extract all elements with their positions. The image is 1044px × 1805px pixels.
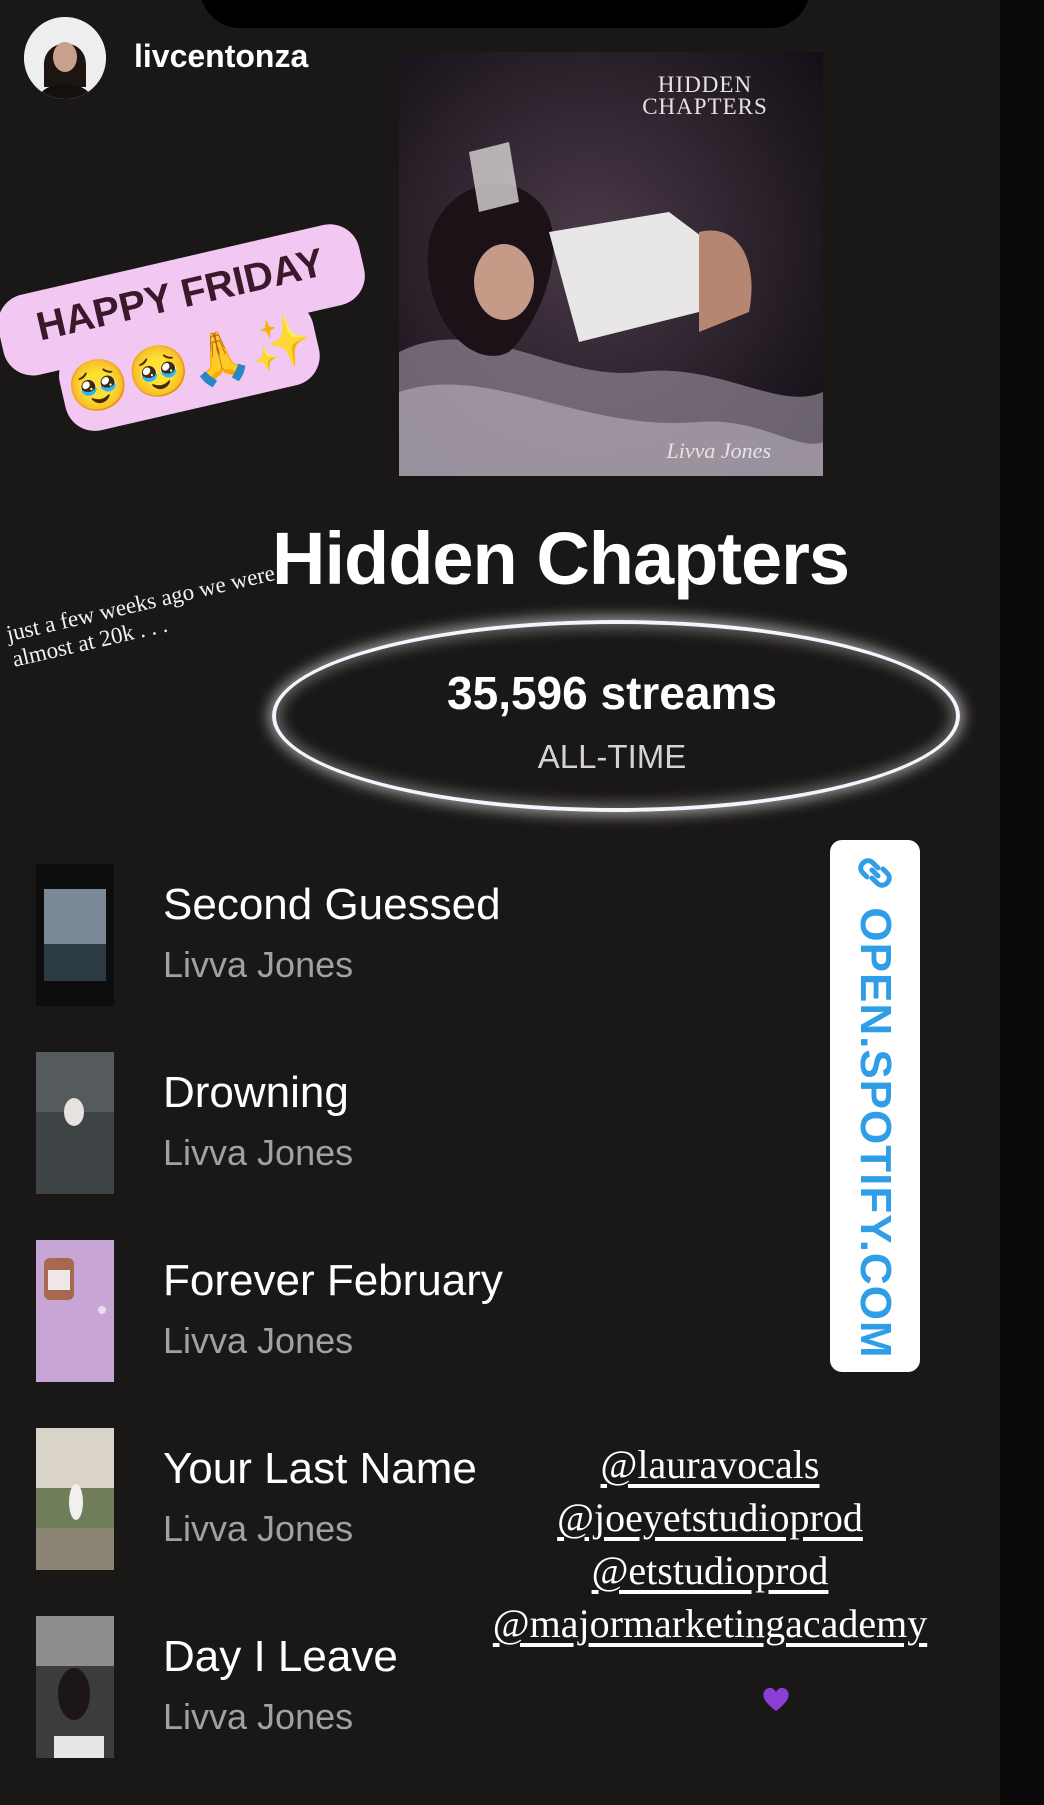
stream-count: 35,596 streams bbox=[447, 667, 777, 719]
mention-link[interactable]: @joeyetstudioprod bbox=[430, 1491, 990, 1544]
track-row[interactable]: Forever February Livva Jones bbox=[36, 1240, 636, 1384]
link-icon bbox=[858, 858, 892, 889]
cover-title: HIDDEN CHAPTERS bbox=[642, 72, 768, 119]
link-sticker[interactable]: OPEN.SPOTIFY.COM bbox=[830, 840, 920, 1372]
track-thumbnail bbox=[36, 1616, 114, 1758]
track-title: Forever February bbox=[163, 1256, 503, 1305]
track-artist: Livva Jones bbox=[163, 1320, 354, 1361]
track-row[interactable]: Second Guessed Livva Jones bbox=[36, 864, 636, 1008]
track-artist: Livva Jones bbox=[163, 944, 354, 985]
track-title: Second Guessed bbox=[163, 880, 501, 929]
track-thumbnail bbox=[36, 864, 114, 1006]
purple-heart-icon bbox=[763, 1687, 789, 1711]
link-sticker-content: OPEN.SPOTIFY.COM bbox=[830, 846, 920, 1366]
mentions-block: @lauravocals @joeyetstudioprod @etstudio… bbox=[430, 1438, 990, 1650]
album-title: Hidden Chapters bbox=[272, 517, 850, 600]
mention-link[interactable]: @lauravocals bbox=[430, 1438, 990, 1491]
avatar[interactable] bbox=[24, 17, 106, 99]
album-cover: HIDDEN CHAPTERS Livva Jones bbox=[399, 52, 823, 476]
track-artist: Livva Jones bbox=[163, 1132, 354, 1173]
link-text: OPEN.SPOTIFY.COM bbox=[851, 907, 900, 1359]
username[interactable]: livcentonza bbox=[134, 38, 308, 75]
track-row[interactable]: Drowning Livva Jones bbox=[36, 1052, 636, 1196]
mention-link[interactable]: @etstudioprod bbox=[430, 1544, 990, 1597]
track-thumbnail bbox=[36, 1240, 114, 1382]
track-artist: Livva Jones bbox=[163, 1508, 354, 1549]
track-artist: Livva Jones bbox=[163, 1696, 354, 1737]
camera-notch bbox=[200, 0, 810, 28]
cover-artist: Livva Jones bbox=[666, 438, 771, 463]
track-thumbnail bbox=[36, 1052, 114, 1194]
track-thumbnail bbox=[36, 1428, 114, 1570]
track-title: Day I Leave bbox=[163, 1632, 398, 1681]
stream-period: ALL-TIME bbox=[537, 738, 687, 775]
mention-link[interactable]: @majormarketingacademy bbox=[430, 1597, 990, 1650]
track-title: Drowning bbox=[163, 1068, 349, 1117]
